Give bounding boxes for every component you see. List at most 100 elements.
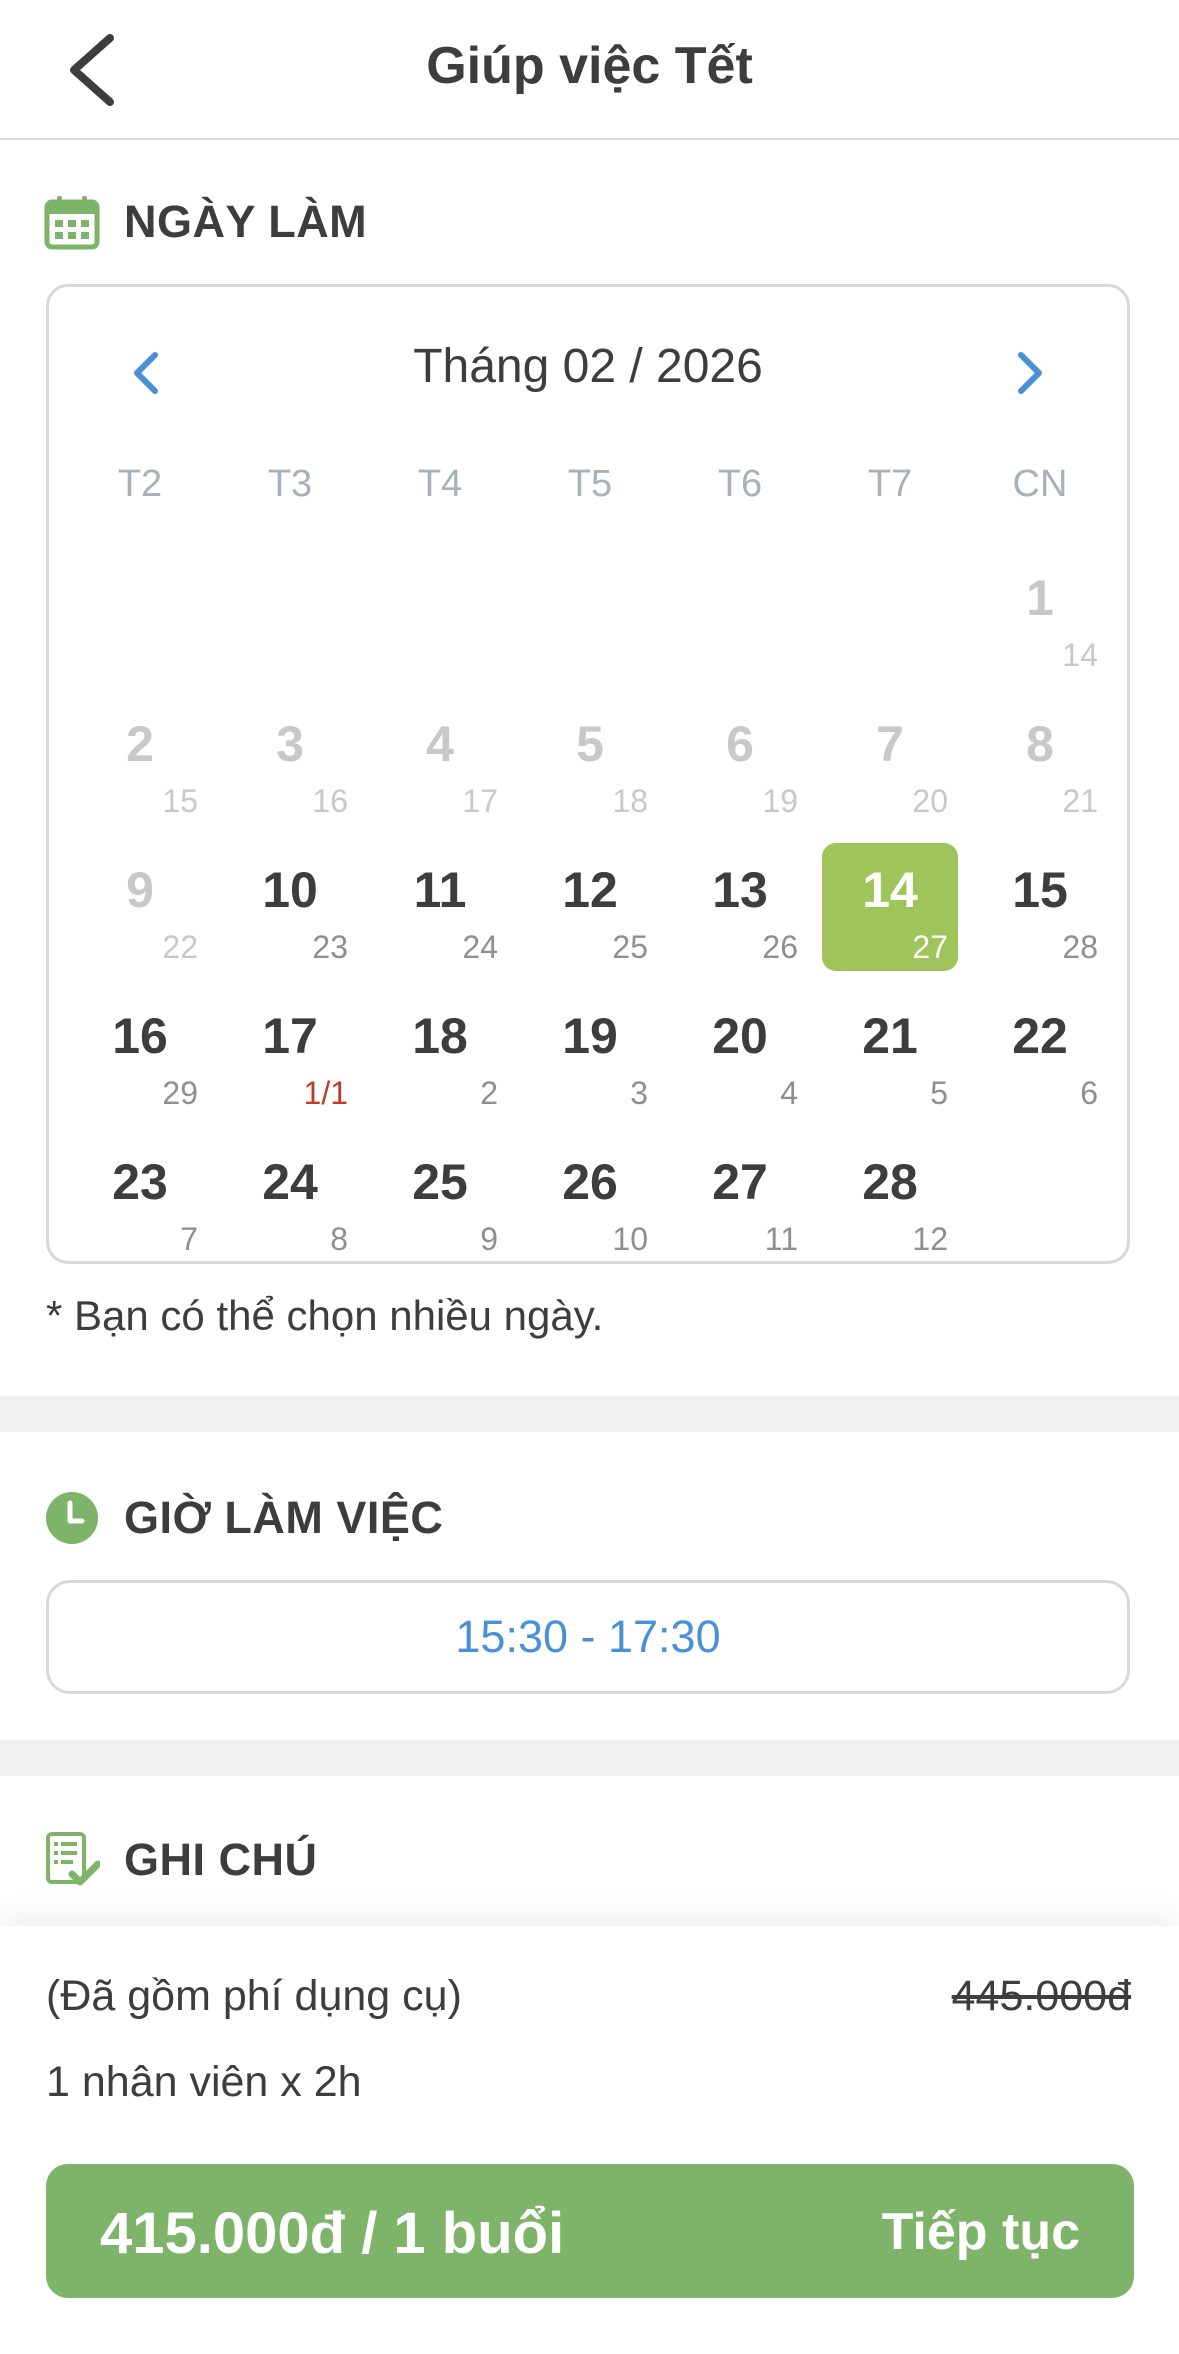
day-number: 20 [712, 1008, 768, 1064]
lunar-date: 27 [912, 929, 948, 965]
day-cell[interactable]: 25 9 [372, 1135, 508, 1263]
page-title: Giúp việc Tết [426, 37, 753, 95]
day-cell: 2 15 [72, 697, 208, 825]
day-number: 26 [562, 1154, 618, 1210]
lunar-date: 17 [462, 783, 498, 819]
day-number: 4 [426, 716, 454, 772]
lunar-date: 23 [312, 929, 348, 965]
lunar-date: 14 [1062, 637, 1098, 673]
day-cell[interactable]: 13 26 [672, 843, 808, 971]
multi-select-note: * Bạn có thể chọn nhiều ngày. [46, 1292, 604, 1339]
weekday-label: T2 [117, 463, 163, 505]
day-number: 14 [862, 862, 918, 918]
weekday-label: CN [1012, 463, 1068, 505]
lunar-date: 11 [764, 1221, 798, 1257]
day-cell[interactable]: 18 2 [372, 989, 508, 1117]
day-cell-selected[interactable]: 14 27 [822, 843, 958, 971]
day-cell[interactable]: 15 28 [972, 843, 1108, 971]
day-number: 28 [862, 1154, 918, 1210]
day-cell[interactable]: 10 23 [222, 843, 358, 971]
day-cell[interactable]: 28 12 [822, 1135, 958, 1263]
day-cell[interactable]: 12 25 [522, 843, 658, 971]
day-number: 16 [112, 1008, 168, 1064]
notes-section-header: GHI CHÚ [44, 1830, 318, 1890]
day-cell[interactable]: 22 6 [972, 989, 1108, 1117]
lunar-date: 8 [330, 1221, 348, 1257]
work-date-section-header: NGÀY LÀM [44, 192, 367, 252]
weekday-label: T5 [567, 463, 613, 505]
day-number: 15 [1012, 862, 1068, 918]
weekday-label: T7 [867, 463, 913, 505]
app-header: Giúp việc Tết [0, 0, 1179, 140]
day-cell[interactable]: 19 3 [522, 989, 658, 1117]
work-time-section-header: GIỜ LÀM VIỆC [44, 1488, 443, 1548]
checklist-icon [46, 1832, 100, 1886]
day-number: 12 [562, 862, 618, 918]
day-number: 6 [726, 716, 754, 772]
lunar-date: 22 [162, 929, 198, 965]
lunar-date: 20 [912, 783, 948, 819]
price-per-session: 415.000đ / 1 buổi [100, 2201, 565, 2266]
next-month-button[interactable] [999, 343, 1059, 403]
continue-label: Tiếp tục [881, 2203, 1080, 2261]
weekday-label: T3 [267, 463, 313, 505]
lunar-date: 28 [1062, 929, 1098, 965]
clock-icon [46, 1492, 98, 1544]
lunar-date: 9 [480, 1221, 498, 1257]
day-number: 5 [576, 716, 604, 772]
day-number: 23 [112, 1154, 168, 1210]
lunar-date: 2 [480, 1075, 498, 1111]
day-cell[interactable]: 16 29 [72, 989, 208, 1117]
day-cell[interactable]: 24 8 [222, 1135, 358, 1263]
section-divider [0, 1396, 1179, 1432]
work-time-label: GIỜ LÀM VIỆC [124, 1492, 444, 1543]
day-number: 1 [1026, 570, 1054, 626]
lunar-date: 15 [162, 783, 198, 819]
lunar-date: 16 [312, 783, 348, 819]
lunar-date: 5 [930, 1075, 948, 1111]
day-cell: 3 16 [222, 697, 358, 825]
lunar-date: 26 [762, 929, 798, 965]
day-number: 25 [412, 1154, 468, 1210]
weekday-label: T6 [717, 463, 763, 505]
lunar-date: 4 [780, 1075, 798, 1111]
month-title: Tháng 02 / 2026 [413, 340, 763, 393]
day-number: 21 [862, 1008, 918, 1064]
day-cell[interactable]: 23 7 [72, 1135, 208, 1263]
day-cell[interactable]: 17 1/1 [222, 989, 358, 1117]
lunar-date: 12 [912, 1221, 948, 1257]
day-cell[interactable]: 21 5 [822, 989, 958, 1117]
lunar-date: 10 [612, 1221, 648, 1257]
day-cell: 7 20 [822, 697, 958, 825]
weekday-label: T4 [417, 463, 463, 505]
lunar-date: 1/1 [303, 1075, 348, 1111]
order-summary-panel: (Đã gồm phí dụng cụ) 445.000đ 1 nhân viê… [0, 1926, 1179, 2354]
lunar-date: 25 [612, 929, 648, 965]
day-number: 19 [562, 1008, 618, 1064]
continue-button[interactable]: 415.000đ / 1 buổi Tiếp tục [46, 2164, 1134, 2298]
day-number: 7 [876, 716, 904, 772]
day-cell: 4 17 [372, 697, 508, 825]
day-cell: 5 18 [522, 697, 658, 825]
calendar-icon [44, 196, 100, 250]
chevron-right-icon [1018, 352, 1042, 394]
lunar-date: 19 [762, 783, 798, 819]
day-cell[interactable]: 26 10 [522, 1135, 658, 1263]
day-cell[interactable]: 11 24 [372, 843, 508, 971]
lunar-date: 7 [180, 1221, 198, 1257]
day-number: 18 [412, 1008, 468, 1064]
lunar-date: 21 [1062, 783, 1098, 819]
day-number: 27 [712, 1154, 768, 1210]
day-cell: 6 19 [672, 697, 808, 825]
work-date-label: NGÀY LÀM [124, 196, 368, 247]
lunar-date: 18 [612, 783, 648, 819]
day-number: 3 [276, 716, 304, 772]
day-number: 10 [262, 862, 318, 918]
day-cell[interactable]: 20 4 [672, 989, 808, 1117]
day-cell: 8 21 [972, 697, 1108, 825]
work-time-selector[interactable]: 15:30 - 17:30 [46, 1580, 1130, 1694]
calendar: Tháng 02 / 2026 T2 T3 T4 T5 T6 T7 CN 1 14 2 15 3 16… [46, 284, 1130, 1264]
original-price: 445.000đ [951, 1972, 1131, 2020]
lunar-date: 24 [462, 929, 498, 965]
day-cell[interactable]: 27 11 [672, 1135, 808, 1263]
